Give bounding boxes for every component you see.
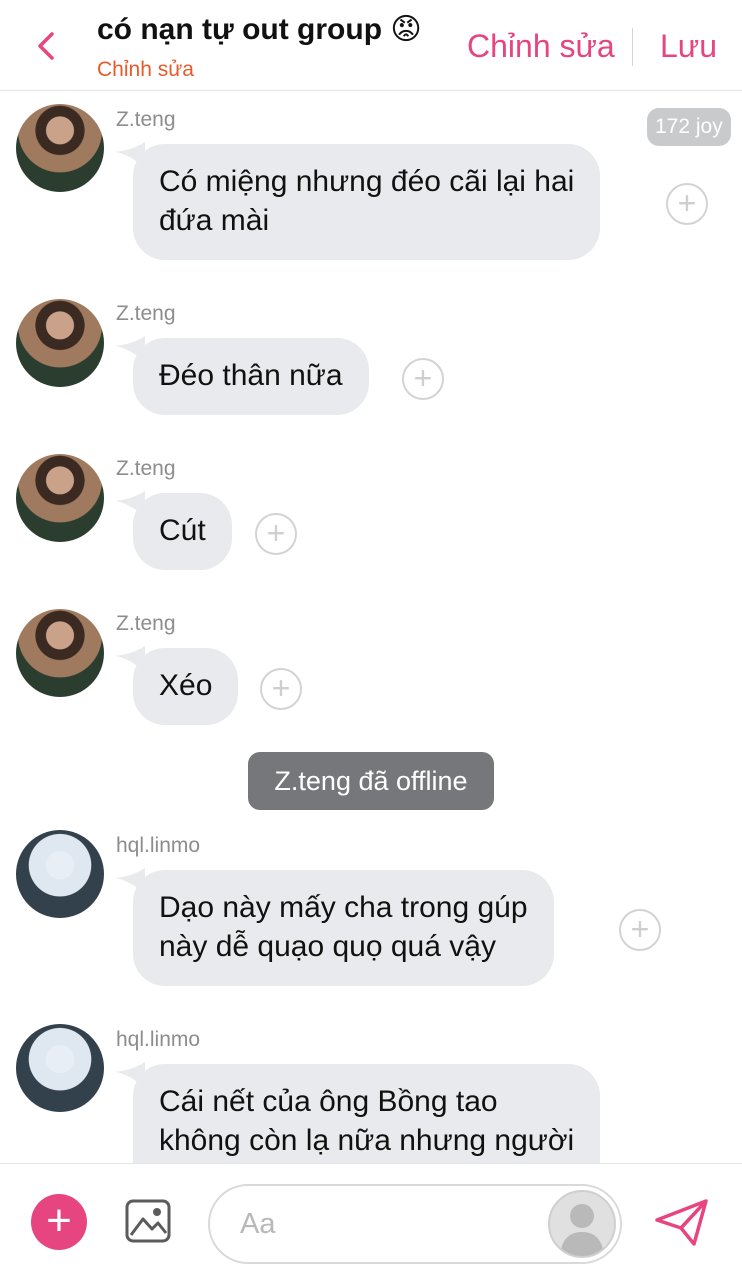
image-button[interactable] [124, 1197, 172, 1245]
message-text-line: Cái nết của ông Bồng tao [159, 1085, 498, 1118]
edit-button[interactable]: Chỉnh sửa [467, 28, 615, 65]
send-icon [655, 1199, 708, 1246]
message-bubble[interactable]: Xéo [133, 648, 239, 725]
message-bubble[interactable]: Có miệng nhưng đéo cãi lại hai đứa mài [133, 144, 601, 260]
add-reaction-button[interactable]: + [666, 183, 708, 225]
avatar[interactable] [16, 1024, 104, 1112]
image-icon [125, 1199, 171, 1243]
add-reaction-button[interactable]: + [260, 668, 302, 710]
sticker-avatar-button[interactable] [548, 1190, 616, 1258]
chat-header: có nạn tự out group 😡 Chỉnh sửa Chỉnh sử… [0, 0, 742, 91]
message-input-placeholder: Aa [240, 1208, 276, 1240]
message-text-line: Xéo [159, 669, 213, 702]
joy-badge: 172 joy [647, 108, 731, 146]
message-text-line: Có miệng nhưng đéo cãi lại hai [159, 165, 575, 198]
message-text-line: này dễ quạo quọ quá vậy [159, 930, 496, 963]
sender-name: Z.teng [116, 108, 176, 131]
add-attachment-button[interactable]: + [31, 1194, 87, 1250]
message-input[interactable]: Aa [208, 1184, 622, 1264]
add-reaction-button[interactable]: + [255, 513, 297, 555]
back-button[interactable] [28, 26, 68, 66]
plus-icon: + [46, 1196, 72, 1245]
composer-bar: + Aa [0, 1163, 742, 1282]
sender-name: Z.teng [116, 302, 176, 325]
avatar[interactable] [16, 830, 104, 918]
save-button[interactable]: Lưu [660, 28, 717, 65]
sender-name: hql.linmo [116, 1028, 201, 1051]
message-text-line: Dạo này mấy cha trong gúp [159, 891, 528, 924]
message-bubble[interactable]: Dạo này mấy cha trong gúp này dễ quạo qu… [133, 870, 554, 986]
avatar[interactable] [16, 609, 104, 697]
avatar[interactable] [16, 299, 104, 387]
message-bubble[interactable]: Đéo thân nữa [133, 338, 369, 415]
sender-name: hql.linmo [116, 834, 201, 857]
status-notice: Z.teng đã offline [248, 752, 494, 810]
message-text-line: đứa mài [159, 204, 270, 237]
chat-subtitle[interactable]: Chỉnh sửa [97, 58, 194, 82]
message-text-line: Cút [159, 514, 206, 547]
sender-name: Z.teng [116, 612, 176, 635]
user-silhouette-icon [560, 1204, 604, 1256]
chat-title: có nạn tự out group 😡 [97, 13, 422, 46]
avatar[interactable] [16, 104, 104, 192]
avatar[interactable] [16, 454, 104, 542]
message-text-line: không còn lạ nữa nhưng người [159, 1124, 575, 1157]
message-bubble[interactable]: Cút [133, 493, 232, 570]
chevron-left-icon [38, 32, 54, 60]
header-divider [632, 28, 633, 66]
add-reaction-button[interactable]: + [619, 909, 661, 951]
add-reaction-button[interactable]: + [402, 358, 444, 400]
message-text-line: Đéo thân nữa [159, 359, 343, 392]
send-button[interactable] [654, 1198, 710, 1248]
sender-name: Z.teng [116, 457, 176, 480]
